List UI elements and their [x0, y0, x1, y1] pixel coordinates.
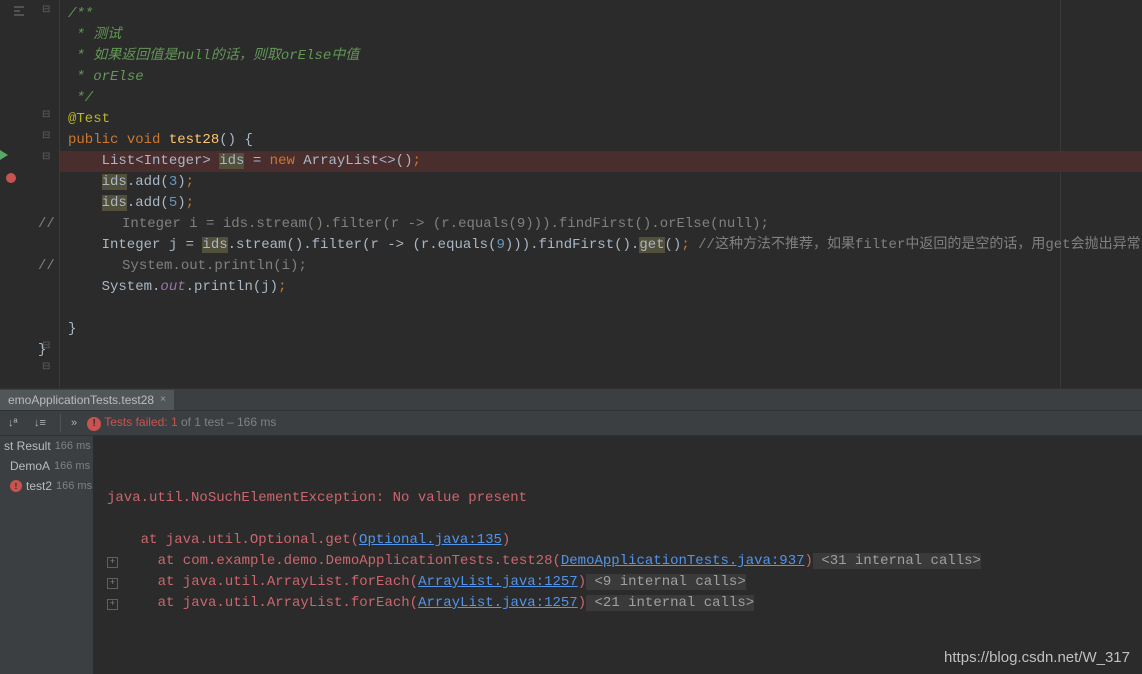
expand-marker-icon[interactable]: + — [107, 557, 118, 568]
source-link[interactable]: DemoApplicationTests.java:937 — [561, 553, 805, 569]
code-line[interactable]: Integer j = ids.stream().filter(r -> (r.… — [68, 235, 1142, 256]
fold-region-icon[interactable]: ⊟ — [42, 6, 52, 16]
results-panel: st Result 166 ms DemoA 166 ms ! test2 16… — [0, 436, 1142, 674]
test-run-tab[interactable]: emoApplicationTests.test28 × — [0, 390, 174, 410]
fold-region-icon[interactable]: ⊟ — [42, 363, 52, 373]
stack-line: + at com.example.demo.DemoApplicationTes… — [107, 551, 1128, 572]
run-gutter-icon[interactable] — [0, 150, 8, 160]
separator — [60, 414, 61, 432]
code-line[interactable]: } — [68, 319, 1142, 340]
sort-alpha-icon[interactable]: ↓ª — [8, 415, 24, 431]
total-count-label: of 1 test — [178, 415, 224, 429]
fail-icon: ! — [87, 417, 101, 431]
code-line[interactable]: * 如果返回值是null的话，则取orElse中值 — [68, 46, 1142, 67]
code-line[interactable]: @Test — [68, 109, 1142, 130]
stack-line: + at java.util.ArrayList.forEach(ArrayLi… — [107, 572, 1128, 593]
close-icon[interactable]: × — [160, 394, 166, 405]
code-line[interactable]: /** — [68, 4, 1142, 25]
code-line[interactable]: public void test28() { — [68, 130, 1142, 151]
fold-region-icon[interactable]: ⊟ — [42, 111, 52, 121]
exception-line: java.util.NoSuchElementException: No val… — [107, 488, 1128, 509]
code-line[interactable]: */ — [68, 88, 1142, 109]
fold-region-icon[interactable]: ⊟ — [42, 132, 52, 142]
fold-region-icon[interactable]: ⊟ — [42, 153, 52, 163]
code-line[interactable]: * orElse — [68, 67, 1142, 88]
stack-line: at java.util.Optional.get(Optional.java:… — [107, 530, 1128, 551]
gutter — [0, 0, 38, 388]
tree-time: 166 ms — [55, 440, 91, 452]
internal-calls-label: <9 internal calls> — [586, 574, 746, 590]
source-link[interactable]: Optional.java:135 — [359, 532, 502, 548]
source-link[interactable]: ArrayList.java:1257 — [418, 595, 578, 611]
code-line[interactable]: // Integer i = ids.stream().filter(r -> … — [68, 214, 1142, 235]
fail-icon: ! — [10, 480, 22, 492]
tree-class-row[interactable]: DemoA 166 ms — [0, 456, 93, 476]
internal-calls-label: <31 internal calls> — [813, 553, 981, 569]
test-status: ! Tests failed: 1 of 1 test – 166 ms — [87, 415, 276, 431]
code-line[interactable]: // System.out.println(i); — [68, 256, 1142, 277]
tree-label: DemoA — [10, 459, 50, 473]
sort-duration-icon[interactable]: ↓≡ — [34, 415, 50, 431]
expand-marker-icon[interactable]: + — [107, 599, 118, 610]
test-toolbar: ↓ª ↓≡ » ! Tests failed: 1 of 1 test – 16… — [0, 410, 1142, 436]
code-line[interactable]: ids.add(3); — [68, 172, 1142, 193]
tab-label: emoApplicationTests.test28 — [8, 393, 154, 407]
code-line[interactable] — [68, 298, 1142, 319]
code-area[interactable]: /** * 测试 * 如果返回值是null的话，则取orElse中值 * orE… — [60, 0, 1142, 388]
console-output[interactable]: java.util.NoSuchElementException: No val… — [93, 436, 1142, 674]
code-line[interactable]: ids.add(5); — [68, 193, 1142, 214]
expand-icon[interactable]: » — [71, 417, 77, 429]
breakpoint-icon[interactable] — [6, 173, 16, 183]
tree-time: 166 ms — [54, 460, 90, 472]
tree-root[interactable]: st Result 166 ms — [0, 436, 93, 456]
watermark: https://blog.csdn.net/W_317 — [944, 649, 1130, 666]
code-editor[interactable]: ⊟ ⊟ ⊟ ⊟ ⊟ ⊟ /** * 测试 * 如果返回值是null的话，则取or… — [0, 0, 1142, 388]
source-link[interactable]: ArrayList.java:1257 — [418, 574, 578, 590]
tree-test-row[interactable]: ! test2 166 ms — [0, 476, 93, 496]
code-line[interactable]: } — [38, 340, 1142, 361]
stack-line: + at java.util.ArrayList.forEach(ArrayLi… — [107, 593, 1128, 614]
code-line[interactable]: * 测试 — [68, 25, 1142, 46]
internal-calls-label: <21 internal calls> — [586, 595, 754, 611]
test-tree[interactable]: st Result 166 ms DemoA 166 ms ! test2 16… — [0, 436, 93, 674]
tree-label: st Result — [4, 439, 51, 453]
tree-time: 166 ms — [56, 480, 92, 492]
duration-label: – 166 ms — [224, 415, 277, 429]
code-line[interactable]: List<Integer> ids = new ArrayList<>(); — [68, 151, 1142, 172]
expand-marker-icon[interactable]: + — [107, 578, 118, 589]
indent-icon — [12, 4, 26, 18]
tree-label: test2 — [26, 479, 52, 493]
fail-count-label: Tests failed: 1 — [104, 415, 177, 429]
run-tab-bar: emoApplicationTests.test28 × — [0, 388, 1142, 410]
fold-column: ⊟ ⊟ ⊟ ⊟ ⊟ ⊟ — [38, 0, 60, 388]
code-line[interactable]: System.out.println(j); — [68, 277, 1142, 298]
